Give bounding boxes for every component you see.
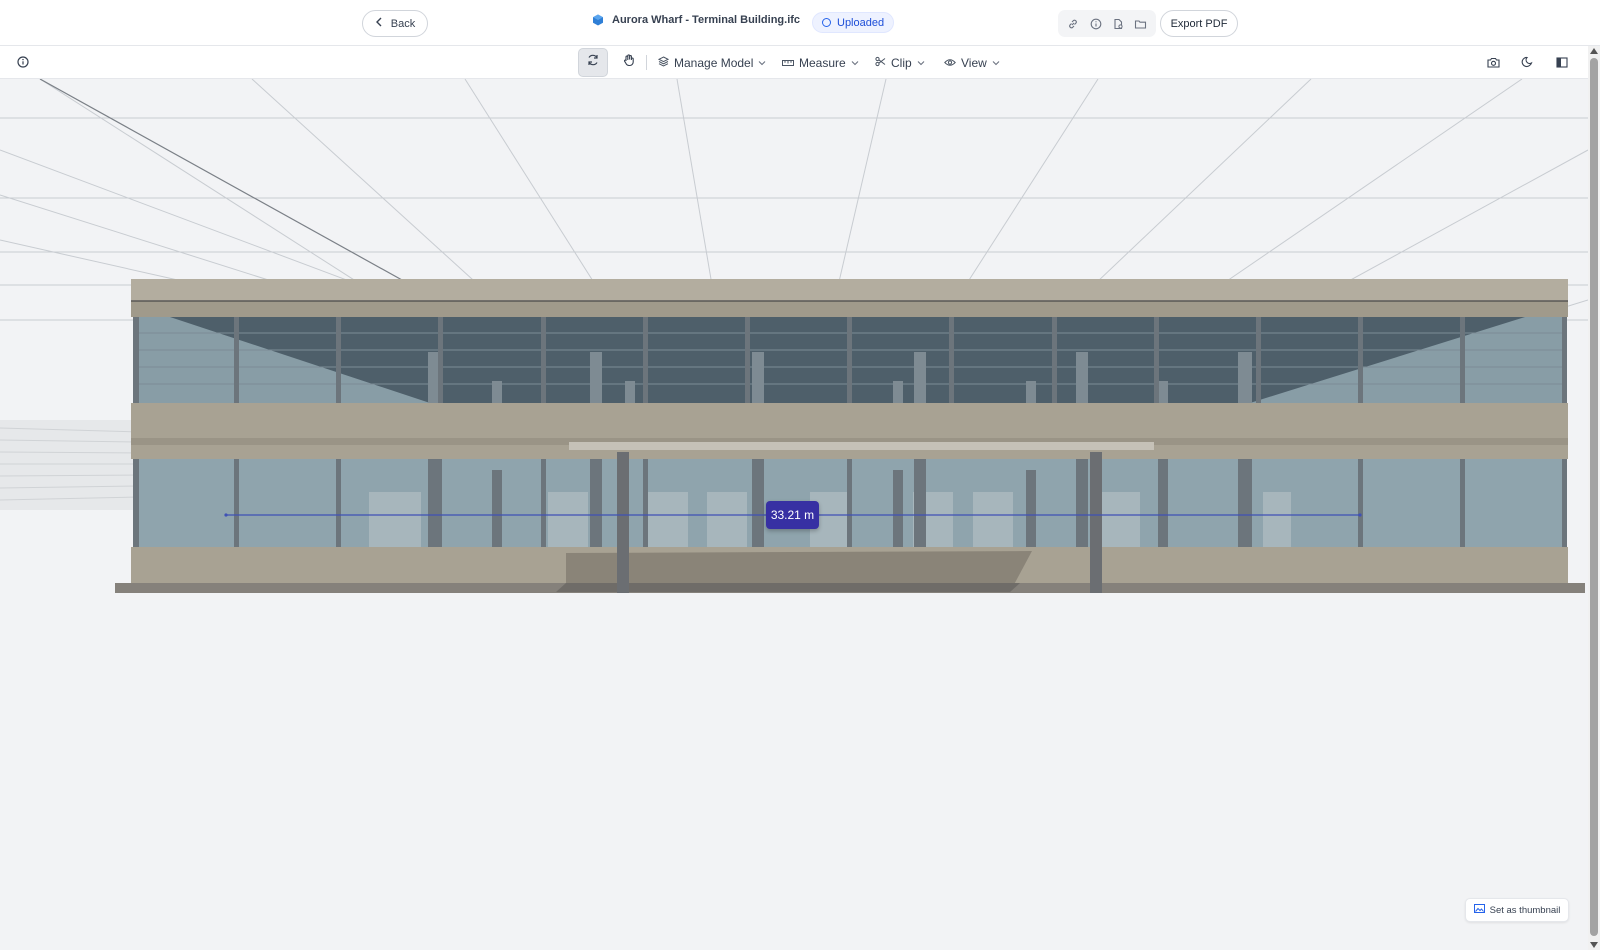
- folder-icon[interactable]: [1133, 16, 1149, 32]
- model-viewport[interactable]: 33.21 m Set as thumbnail: [0, 79, 1588, 950]
- chevron-down-icon: [992, 58, 1000, 68]
- refresh-icon: [586, 53, 600, 72]
- status-badge: Uploaded: [812, 12, 895, 33]
- ruler-icon: [782, 56, 794, 70]
- back-button[interactable]: Back: [362, 10, 428, 37]
- vertical-scrollbar[interactable]: [1588, 46, 1600, 950]
- model-icon: [592, 14, 604, 26]
- status-text: Uploaded: [837, 16, 885, 29]
- manage-model-menu[interactable]: Manage Model: [657, 54, 766, 71]
- image-icon: [1473, 904, 1485, 916]
- chevron-down-icon: [758, 58, 766, 68]
- measure-label: Measure: [799, 55, 846, 70]
- measurement-label[interactable]: 33.21 m: [766, 501, 819, 529]
- panel-icon[interactable]: [1554, 54, 1570, 70]
- moon-icon[interactable]: [1519, 54, 1535, 70]
- status-circle-icon: [822, 18, 831, 27]
- chevron-down-icon: [917, 58, 925, 68]
- scroll-down-arrow-icon[interactable]: [1590, 942, 1598, 948]
- measure-menu[interactable]: Measure: [782, 54, 859, 71]
- view-label: View: [961, 55, 987, 70]
- info-icon[interactable]: [15, 54, 31, 70]
- clip-label: Clip: [891, 55, 912, 70]
- chevron-down-icon: [851, 58, 859, 68]
- pan-button[interactable]: [614, 48, 644, 77]
- camera-icon[interactable]: [1485, 54, 1501, 70]
- info-icon[interactable]: [1088, 16, 1104, 32]
- orbit-button[interactable]: [578, 48, 608, 77]
- eye-icon: [944, 56, 956, 70]
- layers-icon: [657, 55, 670, 70]
- chevron-left-icon: [375, 17, 383, 30]
- manage-model-label: Manage Model: [674, 55, 754, 70]
- export-pdf-button[interactable]: Export PDF: [1160, 10, 1238, 37]
- viewer-toolbar: Manage Model Measure Clip View: [0, 46, 1588, 79]
- file-title: Aurora Wharf - Terminal Building.ifc: [592, 14, 800, 26]
- scrollbar-thumb[interactable]: [1590, 58, 1598, 936]
- file-icon[interactable]: [1110, 16, 1126, 32]
- clip-menu[interactable]: Clip: [875, 54, 925, 71]
- set-thumbnail-button[interactable]: Set as thumbnail: [1465, 898, 1569, 922]
- top-bar: Back Aurora Wharf - Terminal Building.if…: [0, 0, 1600, 46]
- file-title-text: Aurora Wharf - Terminal Building.ifc: [612, 14, 801, 26]
- toolbar-divider: [646, 55, 647, 70]
- scroll-up-arrow-icon[interactable]: [1590, 48, 1598, 54]
- view-menu[interactable]: View: [944, 54, 1000, 71]
- scissors-icon: [875, 56, 886, 70]
- hand-icon: [622, 53, 636, 72]
- header-icon-group: [1058, 10, 1156, 37]
- link-icon[interactable]: [1065, 16, 1081, 32]
- set-thumbnail-label: Set as thumbnail: [1489, 904, 1561, 916]
- back-label: Back: [390, 17, 416, 30]
